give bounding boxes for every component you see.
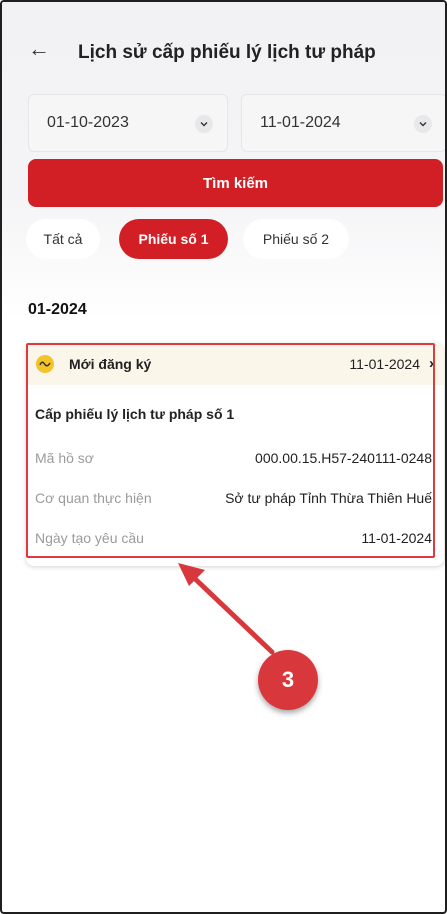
created-date-value: 11-01-2024 [361, 530, 432, 546]
record-title: Cấp phiếu lý lịch tư pháp số 1 [35, 406, 235, 422]
agency-value: Sở tư pháp Tỉnh Thừa Thiên Huế [225, 490, 432, 506]
date-from-value: 01-10-2023 [47, 114, 129, 131]
status-wave-icon [36, 355, 54, 373]
annotation-step-badge: 3 [258, 650, 318, 710]
phone-screen: ← Lịch sử cấp phiếu lý lịch tư pháp 01-1… [0, 0, 447, 914]
agency-label: Cơ quan thực hiện [35, 490, 152, 506]
created-date-label: Ngày tạo yêu cầu [35, 530, 144, 546]
record-card[interactable]: Mới đăng ký 11-01-2024 › Cấp phiếu lý lị… [26, 343, 444, 566]
record-card-header: Mới đăng ký 11-01-2024 › [26, 343, 444, 385]
back-arrow-icon[interactable]: ← [28, 38, 50, 60]
tab-all[interactable]: Tất cả [26, 219, 100, 259]
page-title: Lịch sử cấp phiếu lý lịch tư pháp [78, 42, 376, 63]
date-from-select[interactable]: 01-10-2023 [28, 94, 228, 152]
date-to-value: 11-01-2024 [260, 114, 341, 131]
search-button[interactable]: Tìm kiếm [28, 159, 443, 207]
chevron-down-icon [414, 115, 432, 133]
month-group-heading: 01-2024 [28, 301, 87, 318]
record-code-label: Mã hồ sơ [35, 450, 94, 466]
status-badge: Mới đăng ký [69, 356, 152, 372]
tab-phieu-so-1[interactable]: Phiếu số 1 [119, 219, 228, 259]
date-to-select[interactable]: 11-01-2024 [241, 94, 445, 152]
chevron-right-icon[interactable]: › [429, 355, 434, 372]
record-code-value: 000.00.15.H57-240111-0248 [255, 450, 432, 466]
tab-phieu-so-2[interactable]: Phiếu số 2 [243, 219, 349, 259]
record-date: 11-01-2024 [349, 356, 420, 372]
chevron-down-icon [195, 115, 213, 133]
